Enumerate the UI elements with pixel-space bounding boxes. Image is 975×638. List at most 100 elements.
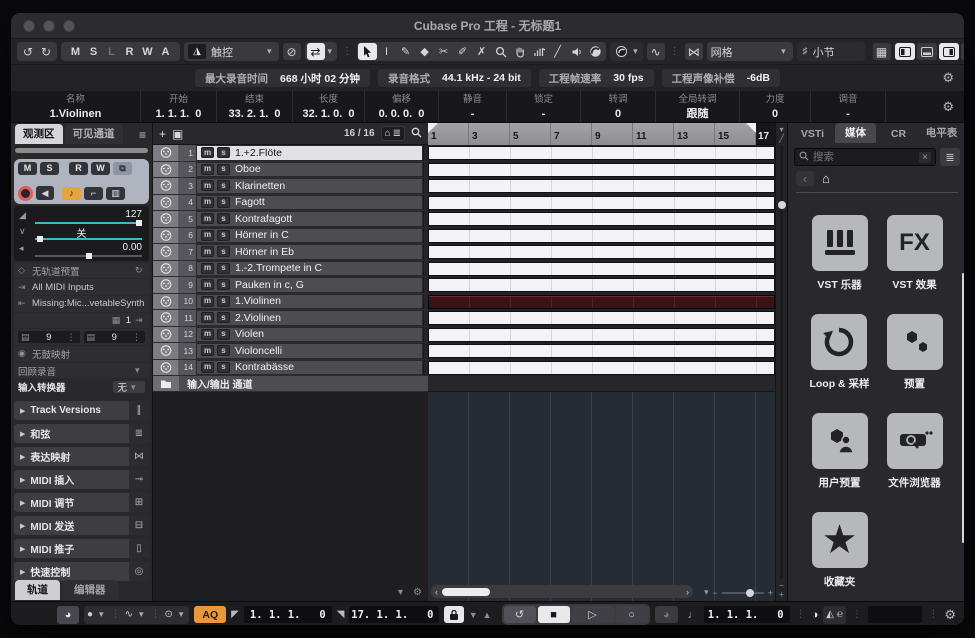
midi-part[interactable] — [428, 295, 775, 309]
retro-record-row[interactable]: 回顾录音 ▾ — [14, 363, 149, 379]
delay-slider[interactable]: ◂ 0.00 — [19, 242, 144, 258]
on-screen-keyboard-button[interactable]: ▦ — [873, 43, 891, 60]
info-field-value[interactable]: 1.Violinen — [50, 107, 102, 121]
track-row[interactable]: 2 m s Oboe — [153, 162, 428, 179]
info-field-value[interactable]: - — [471, 107, 475, 121]
track-height-icon[interactable]: ╱ — [779, 134, 784, 143]
rack-tab[interactable]: 电平表 — [921, 123, 962, 143]
glue-tool[interactable]: ✐ — [453, 43, 472, 60]
track-row[interactable]: 12 m s Violen — [153, 327, 428, 344]
midi-part[interactable] — [428, 344, 775, 358]
track-list-gear-icon[interactable]: ⚙ — [413, 587, 422, 598]
info-field[interactable]: 转调 0 — [581, 91, 656, 122]
track-main[interactable]: m s Fagott — [196, 195, 423, 211]
midi-part[interactable] — [428, 328, 775, 342]
inspector-section-header[interactable]: ▶ Track Versions ∥ — [14, 401, 149, 420]
punch-out-icon[interactable]: ▲ — [483, 610, 492, 620]
bank-selector[interactable]: ▤ 9 ⋮ — [18, 331, 80, 343]
scroll-right-icon[interactable]: › — [686, 587, 689, 597]
track-row[interactable]: 10 m s 1.Violinen — [153, 294, 428, 311]
midi-record-mode-icon[interactable]: ⊙ — [165, 609, 173, 620]
midi-part[interactable] — [428, 278, 775, 292]
info-field-value[interactable]: - — [846, 107, 850, 121]
find-track-button[interactable] — [411, 127, 422, 141]
tab-observer[interactable]: 观测区 — [15, 124, 63, 144]
scroll-left-icon[interactable]: ‹ — [435, 587, 438, 597]
midi-part[interactable] — [428, 245, 775, 259]
info-field-value[interactable]: - — [542, 107, 546, 121]
inspector-section-header[interactable]: ▶ MIDI 调节 ⊞ — [14, 493, 149, 512]
drum-keys-icon[interactable]: ▥ — [106, 187, 125, 200]
track-solo-button[interactable]: s — [217, 197, 230, 208]
info-field-value[interactable]: 0. 0. 0. 0 — [379, 107, 425, 121]
use-track-preset-button[interactable]: ▣ — [172, 127, 183, 141]
tile-loops-samples[interactable]: Loop & 采样 — [809, 314, 869, 391]
info-field-value[interactable]: 1. 1. 1. 0 — [156, 107, 202, 121]
ruler-options-icon[interactable]: ▾ — [779, 125, 783, 134]
mute-button[interactable]: M — [18, 162, 37, 175]
read-automation-button[interactable]: R — [69, 162, 88, 175]
inspector-section-header[interactable]: ▶ MIDI 插入 ⊸ — [14, 470, 149, 489]
midi-part[interactable] — [428, 212, 775, 226]
track-row[interactable]: 9 m s Pauken in c, G — [153, 277, 428, 294]
track-mute-button[interactable]: m — [201, 312, 214, 323]
right-locator-display[interactable]: 17. 1. 1. 0 — [349, 606, 439, 623]
auto-scroll-options-icon[interactable]: ▾ — [325, 46, 336, 57]
tab-editor[interactable]: 编辑器 — [62, 580, 118, 600]
suspend-automation-button[interactable]: ⊘ — [283, 43, 301, 60]
track-mute-button[interactable]: m — [201, 362, 214, 373]
left-locator-display[interactable]: 1. 1. 1. 0 — [244, 606, 332, 623]
rack-tab[interactable]: 媒体 — [835, 123, 876, 143]
delay-handle[interactable] — [86, 253, 92, 259]
automation-mode-dropdown[interactable]: ◮ 触控 ▾ — [184, 42, 279, 61]
audio-record-mode-icon[interactable]: ∿ — [125, 609, 133, 620]
color-tool[interactable] — [586, 43, 605, 60]
undo-button[interactable]: ↺ — [19, 43, 37, 60]
vertical-scrollbar[interactable] — [780, 145, 783, 579]
track-solo-button[interactable]: s — [217, 263, 230, 274]
midi-part[interactable] — [428, 262, 775, 276]
tile-file-browser[interactable]: 文件浏览器 — [887, 413, 943, 490]
track-mute-button[interactable]: m — [201, 329, 214, 340]
automation-letter-button[interactable]: R — [121, 46, 138, 58]
sync-icon[interactable]: ℮ — [837, 609, 843, 620]
inspector-section-header[interactable]: ▶ 表达映射 ⋈ — [14, 447, 149, 466]
midi-part[interactable] — [428, 179, 775, 193]
cycle-button[interactable]: ↺ — [504, 606, 536, 623]
redo-button[interactable]: ↻ — [37, 43, 55, 60]
monitor-button[interactable]: ◀ — [36, 186, 54, 200]
track-mute-button[interactable]: m — [201, 197, 214, 208]
left-locator-icon[interactable]: ◤ — [231, 609, 239, 620]
tile-vst-effects[interactable]: FX VST 效果 — [887, 215, 943, 292]
pan-slider[interactable]: ∨ 关 — [19, 225, 144, 241]
vertical-scroll-handle[interactable] — [778, 201, 786, 209]
track-main[interactable]: m s 2.Violinen — [196, 310, 423, 326]
solo-button[interactable]: S — [40, 162, 59, 175]
color-menu[interactable]: ▾ — [610, 42, 643, 61]
status-line-gear-icon[interactable]: ⚙ — [942, 70, 954, 86]
channel-edit-button[interactable]: ⧉ — [113, 162, 132, 175]
list-icon[interactable]: ≣ — [393, 128, 401, 139]
audition-tool[interactable] — [567, 43, 586, 60]
info-field[interactable]: 调音 - — [811, 91, 886, 122]
info-field[interactable]: 锁定 - — [507, 91, 581, 122]
track-mute-button[interactable]: m — [201, 246, 214, 257]
clear-search-icon[interactable]: × — [919, 152, 931, 163]
midi-part[interactable] — [428, 196, 775, 210]
tab-visible-channels[interactable]: 可见通道 — [65, 124, 123, 144]
track-main[interactable]: m s 1.+2.Flöte — [196, 145, 423, 161]
common-record-modes-icon[interactable]: ◕ — [57, 606, 79, 624]
play-button[interactable]: ▷ — [572, 606, 614, 623]
automation-letter-button[interactable]: A — [157, 46, 174, 58]
inspector-menu-icon[interactable]: ≡ — [135, 128, 150, 144]
channel-row[interactable]: ▦ 1 ⇥ — [14, 313, 149, 329]
status-chip[interactable]: 最大录音时间 668 小时 02 分钟 — [195, 69, 370, 87]
midi-part[interactable] — [428, 229, 775, 243]
minimize-window-button[interactable] — [43, 20, 55, 32]
inspector-section-header[interactable]: ▶ 和弦 ≣ — [14, 424, 149, 443]
zoom-tool[interactable] — [491, 43, 510, 60]
transport-setup-gear-icon[interactable]: ⚙ — [944, 607, 956, 623]
midi-part[interactable] — [428, 311, 775, 325]
track-row[interactable]: 5 m s Kontrafagott — [153, 211, 428, 228]
snap-toggle-button[interactable]: ⋈ — [685, 43, 703, 60]
